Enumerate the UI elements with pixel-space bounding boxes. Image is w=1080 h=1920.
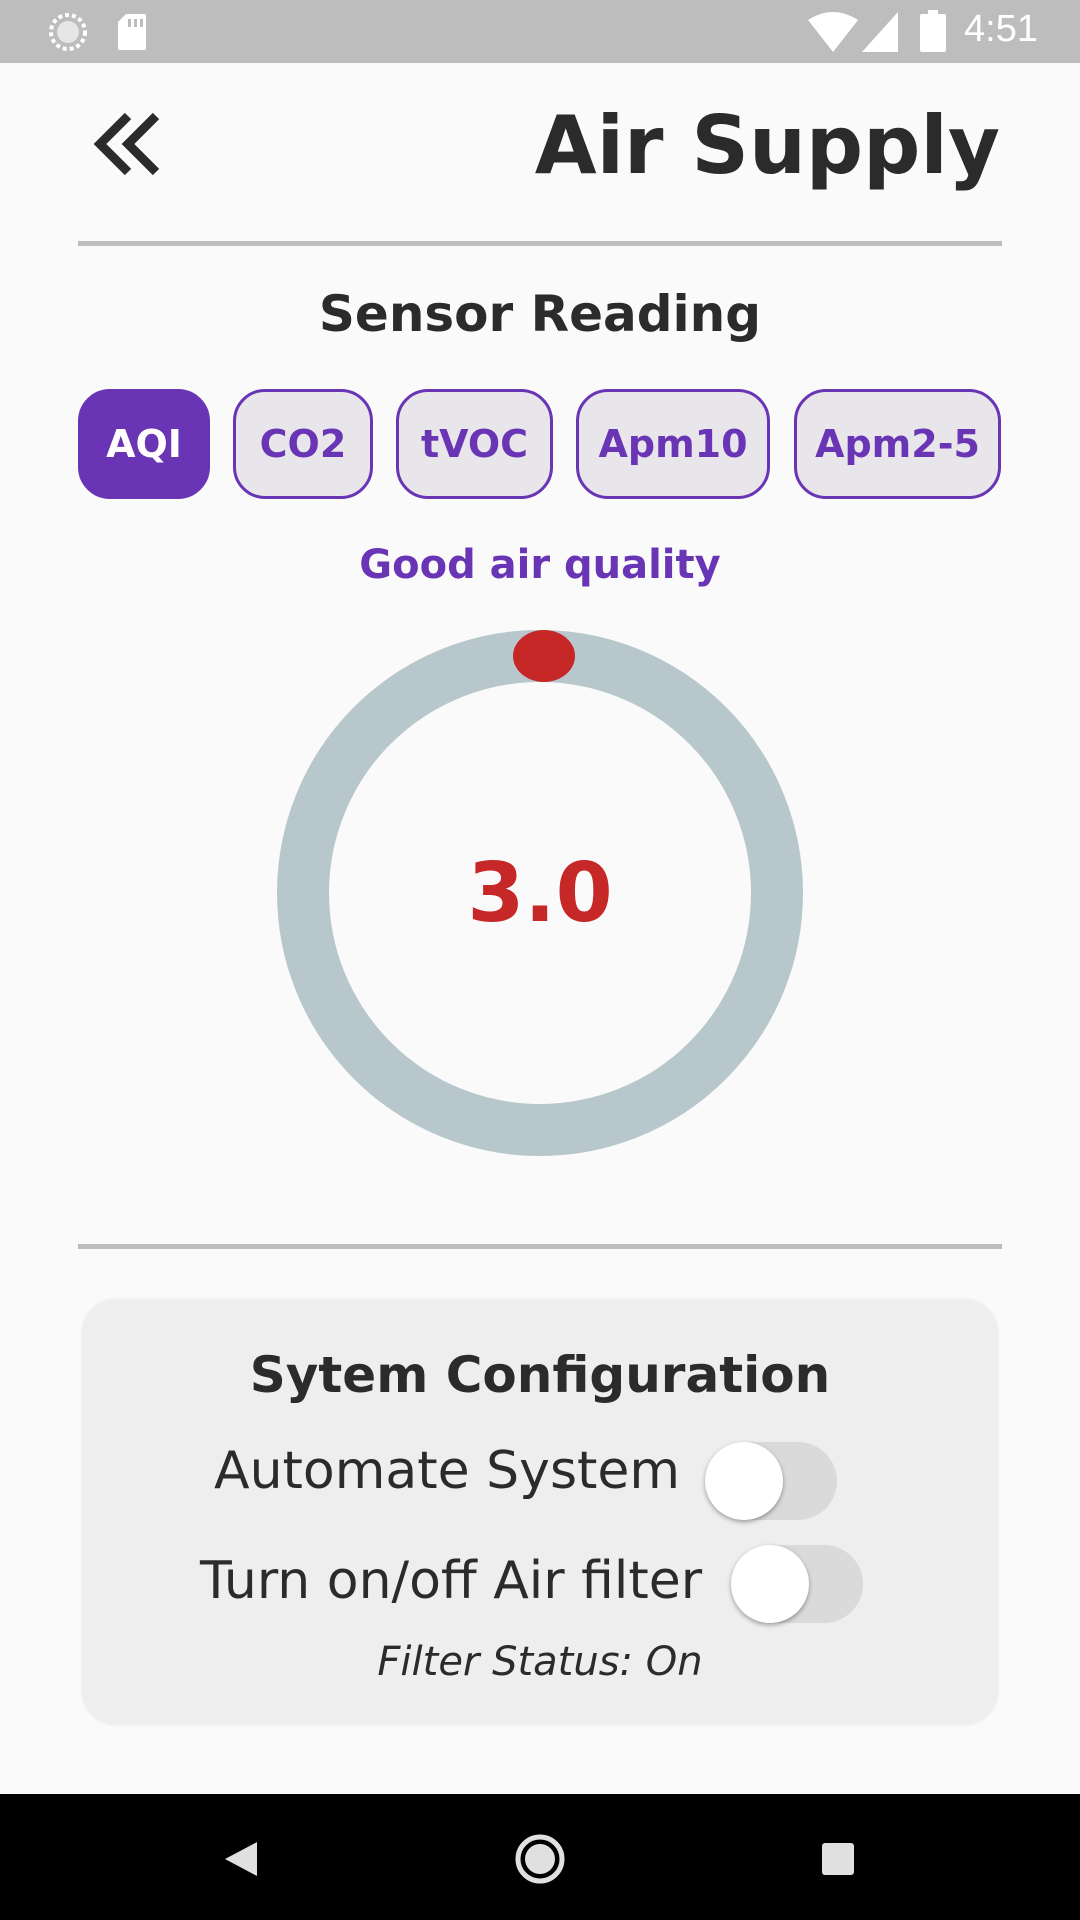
- automate-system-label: Automate System: [214, 1441, 681, 1501]
- sd-card-icon: [118, 14, 146, 50]
- sensor-chip-aqi[interactable]: AQI: [78, 389, 210, 499]
- sensor-chip-tvoc[interactable]: tVOC: [396, 389, 553, 499]
- status-bar: 4:51: [0, 0, 1080, 63]
- air-filter-toggle[interactable]: [731, 1543, 865, 1625]
- system-configuration-card: Sytem Configuration Automate System Turn…: [80, 1297, 1000, 1727]
- navigation-bar: [0, 1794, 1080, 1920]
- signal-icon: [862, 12, 898, 52]
- double-chevron-left-icon: [93, 112, 160, 176]
- sensor-chip-apm2-5[interactable]: Apm2-5: [794, 389, 1001, 499]
- back-button[interactable]: [92, 108, 172, 180]
- air-quality-status: Good air quality: [359, 542, 721, 588]
- battery-icon: [920, 10, 946, 52]
- automate-system-toggle[interactable]: [705, 1440, 839, 1522]
- config-title: Sytem Configuration: [249, 1346, 831, 1404]
- toggle-knob: [705, 1442, 783, 1520]
- recent-square-icon[interactable]: [803, 1824, 873, 1894]
- home-circle-icon[interactable]: [505, 1824, 575, 1894]
- wifi-icon: [808, 12, 858, 52]
- air-filter-label: Turn on/off Air filter: [200, 1551, 703, 1611]
- header-divider: [78, 241, 1002, 246]
- status-clock: 4:51: [964, 8, 1038, 50]
- sync-icon: [49, 13, 87, 51]
- gauge-value: 3.0: [467, 845, 613, 941]
- sensor-reading-title: Sensor Reading: [318, 285, 762, 343]
- section-divider: [78, 1244, 1002, 1249]
- sensor-chip-apm10[interactable]: Apm10: [576, 389, 770, 499]
- filter-status-text: Filter Status: On: [377, 1639, 703, 1685]
- page-title: Air Supply: [534, 99, 1000, 192]
- toggle-knob: [731, 1545, 809, 1623]
- back-triangle-icon[interactable]: [207, 1824, 277, 1894]
- sensor-chip-co2[interactable]: CO2: [233, 389, 373, 499]
